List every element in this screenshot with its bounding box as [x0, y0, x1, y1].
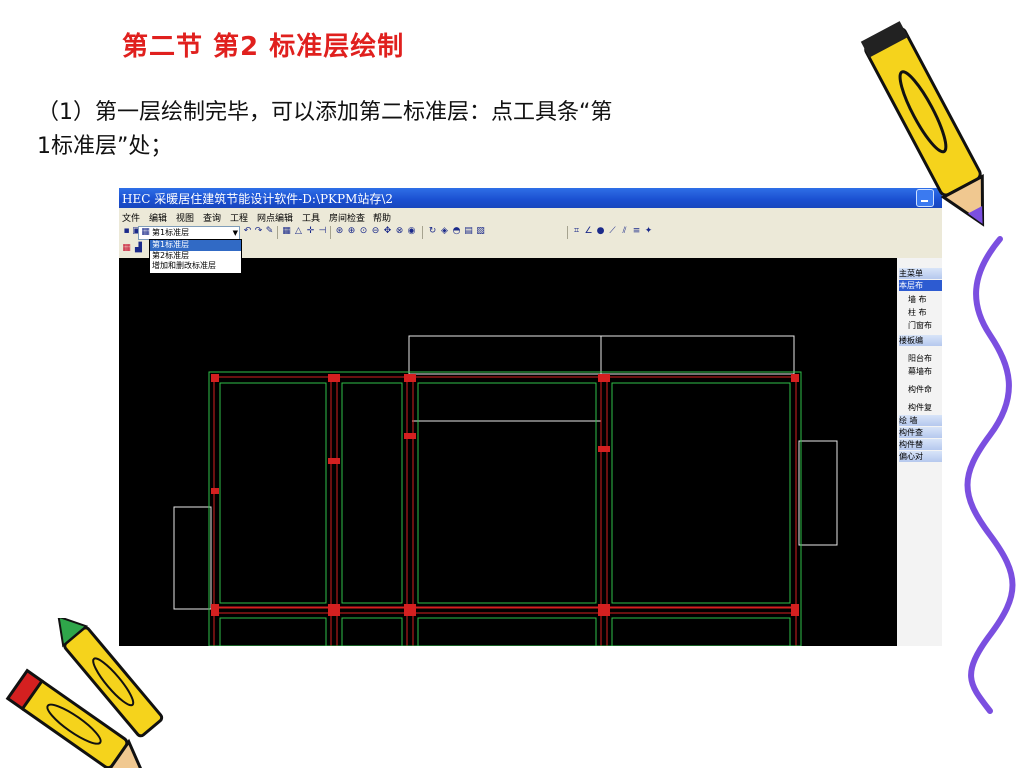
wall-grid-icon[interactable]: ⌗: [571, 226, 582, 237]
sidebar-item-draw-wall[interactable]: 绘 墙: [899, 415, 942, 426]
sidebar-item-component-query[interactable]: 构件查: [899, 427, 942, 438]
instruction-line-2: 1标准层”处；: [37, 134, 173, 159]
menu-bar: 文件 编辑 视图 查询 工程 网点编辑 工具 房间检查 帮助: [119, 208, 942, 224]
zoom-in-icon[interactable]: ⊕: [346, 226, 357, 237]
sidebar-item-wall[interactable]: 墙 布: [899, 294, 942, 305]
window-title: HEC 采暖居住建筑节能设计软件-D:\PKPM站存\2: [122, 192, 394, 206]
room-7: [417, 617, 597, 646]
window-titlebar: HEC 采暖居住建筑节能设计软件-D:\PKPM站存\2: [119, 188, 942, 208]
room-5: [219, 617, 327, 646]
floor-select[interactable]: ▦ 第1标准层 ▼: [138, 226, 240, 240]
room-8: [611, 617, 791, 646]
line-icon[interactable]: ⟋: [607, 226, 618, 237]
eye-icon[interactable]: ◓: [451, 226, 462, 237]
grid-icon[interactable]: ▦: [281, 226, 292, 237]
zoom-window-icon[interactable]: ⊙: [358, 226, 369, 237]
redo-icon[interactable]: ↷: [253, 226, 264, 237]
render-icon[interactable]: ▧: [475, 226, 486, 237]
toolbar-secondary: ▦ ▟: [119, 241, 942, 258]
sidebar-item-component-copy[interactable]: 构件复: [899, 402, 942, 413]
toolbar-main: ▪ ▣ ▦ 第1标准层 ▼ ↶ ↷ ✎ ▦ △ ✛ ⊣ ⊛ ⊕ ⊙ ⊖ ✥ ⊗ …: [119, 224, 942, 241]
instruction-line-1: （1）第一层绘制完毕，可以添加第二标准层：点工具条“第: [37, 100, 613, 125]
sidebar-item-door-window[interactable]: 门窗布: [899, 320, 942, 331]
slide-title: 第二节 第2 标准层绘制: [122, 32, 405, 62]
perspective-icon[interactable]: ◈: [439, 226, 450, 237]
software-screenshot: HEC 采暖居住建筑节能设计软件-D:\PKPM站存\2 文件 编辑 视图 查询…: [119, 188, 942, 646]
room-4: [611, 382, 791, 604]
move-icon[interactable]: ✛: [305, 226, 316, 237]
axis-icon[interactable]: ⊣: [317, 226, 328, 237]
left-outline-box: [173, 506, 212, 610]
floor-option-2[interactable]: 第2标准层: [150, 251, 241, 262]
brush-icon[interactable]: ✎: [264, 226, 275, 237]
highlight-icon[interactable]: ✦: [643, 226, 654, 237]
sidebar-item-column[interactable]: 柱 布: [899, 307, 942, 318]
chevron-down-icon[interactable]: ▼: [233, 229, 238, 237]
menu-edit[interactable]: 编辑: [149, 211, 167, 224]
room-2: [341, 382, 403, 604]
room-6: [341, 617, 403, 646]
undo-icon[interactable]: ↶: [242, 226, 253, 237]
zoom-all-icon[interactable]: ◉: [406, 226, 417, 237]
zoom-out-icon[interactable]: ⊖: [370, 226, 381, 237]
floor-option-manage[interactable]: 增加和删改标准层: [150, 261, 241, 272]
angle-icon[interactable]: ∠: [583, 226, 594, 237]
menu-help[interactable]: 帮助: [373, 211, 391, 224]
floor-icon: ▦: [141, 227, 150, 237]
wall-outer: [208, 371, 802, 646]
double-line-icon[interactable]: ⫽: [619, 226, 630, 237]
sidebar-item-floor-layout[interactable]: 本层布: [899, 280, 942, 291]
menu-tools[interactable]: 工具: [302, 211, 320, 224]
sidebar-item-component-replace[interactable]: 构件替: [899, 439, 942, 450]
squiggle-decoration-icon: [964, 236, 1016, 714]
sidebar-item-slab-edit[interactable]: 楼板编: [899, 335, 942, 346]
drawing-canvas[interactable]: [119, 258, 897, 646]
floor-option-1[interactable]: 第1标准层: [150, 240, 241, 251]
floor-select-value: 第1标准层: [152, 228, 190, 237]
sidebar-item-eccentric-align[interactable]: 偏心对: [899, 451, 942, 462]
zoom-prev-icon[interactable]: ⊗: [394, 226, 405, 237]
sidebar-item-main-menu[interactable]: 主菜单: [899, 268, 942, 279]
menu-view[interactable]: 视图: [176, 211, 194, 224]
pencils-decoration-icon: [5, 618, 164, 768]
room-1: [219, 382, 327, 604]
sidebar-item-component-name[interactable]: 构件命: [899, 384, 942, 395]
menu-room-check[interactable]: 房间检查: [329, 211, 365, 224]
right-outline-box: [798, 440, 838, 546]
sidebar-item-balcony[interactable]: 阳台布: [899, 353, 942, 364]
menu-project[interactable]: 工程: [230, 211, 248, 224]
point-icon[interactable]: ●: [595, 226, 606, 237]
layer-icon[interactable]: ▤: [463, 226, 474, 237]
triangle-icon[interactable]: △: [293, 226, 304, 237]
room-3: [417, 382, 597, 604]
menu-grid-edit[interactable]: 网点编辑: [257, 211, 293, 224]
rotate-icon[interactable]: ↻: [427, 226, 438, 237]
equal-icon[interactable]: ≡: [631, 226, 642, 237]
pencil-decoration-icon: [860, 21, 985, 227]
wall-icon[interactable]: ▦: [121, 243, 132, 254]
menu-file[interactable]: 文件: [122, 211, 140, 224]
pan-icon[interactable]: ✥: [382, 226, 393, 237]
right-panel: 主菜单 本层布 墙 布 柱 布 门窗布 楼板编 阳台布 幕墙布 构件命 构件复 …: [897, 258, 942, 646]
building-icon[interactable]: ▟: [133, 243, 144, 254]
sidebar-item-curtain-wall[interactable]: 幕墙布: [899, 366, 942, 377]
axis-outer-top: [213, 376, 797, 609]
menu-query[interactable]: 查询: [203, 211, 221, 224]
floor-dropdown-list: 第1标准层 第2标准层 增加和删改标准层: [149, 239, 242, 274]
refresh-icon[interactable]: ⊛: [334, 226, 345, 237]
